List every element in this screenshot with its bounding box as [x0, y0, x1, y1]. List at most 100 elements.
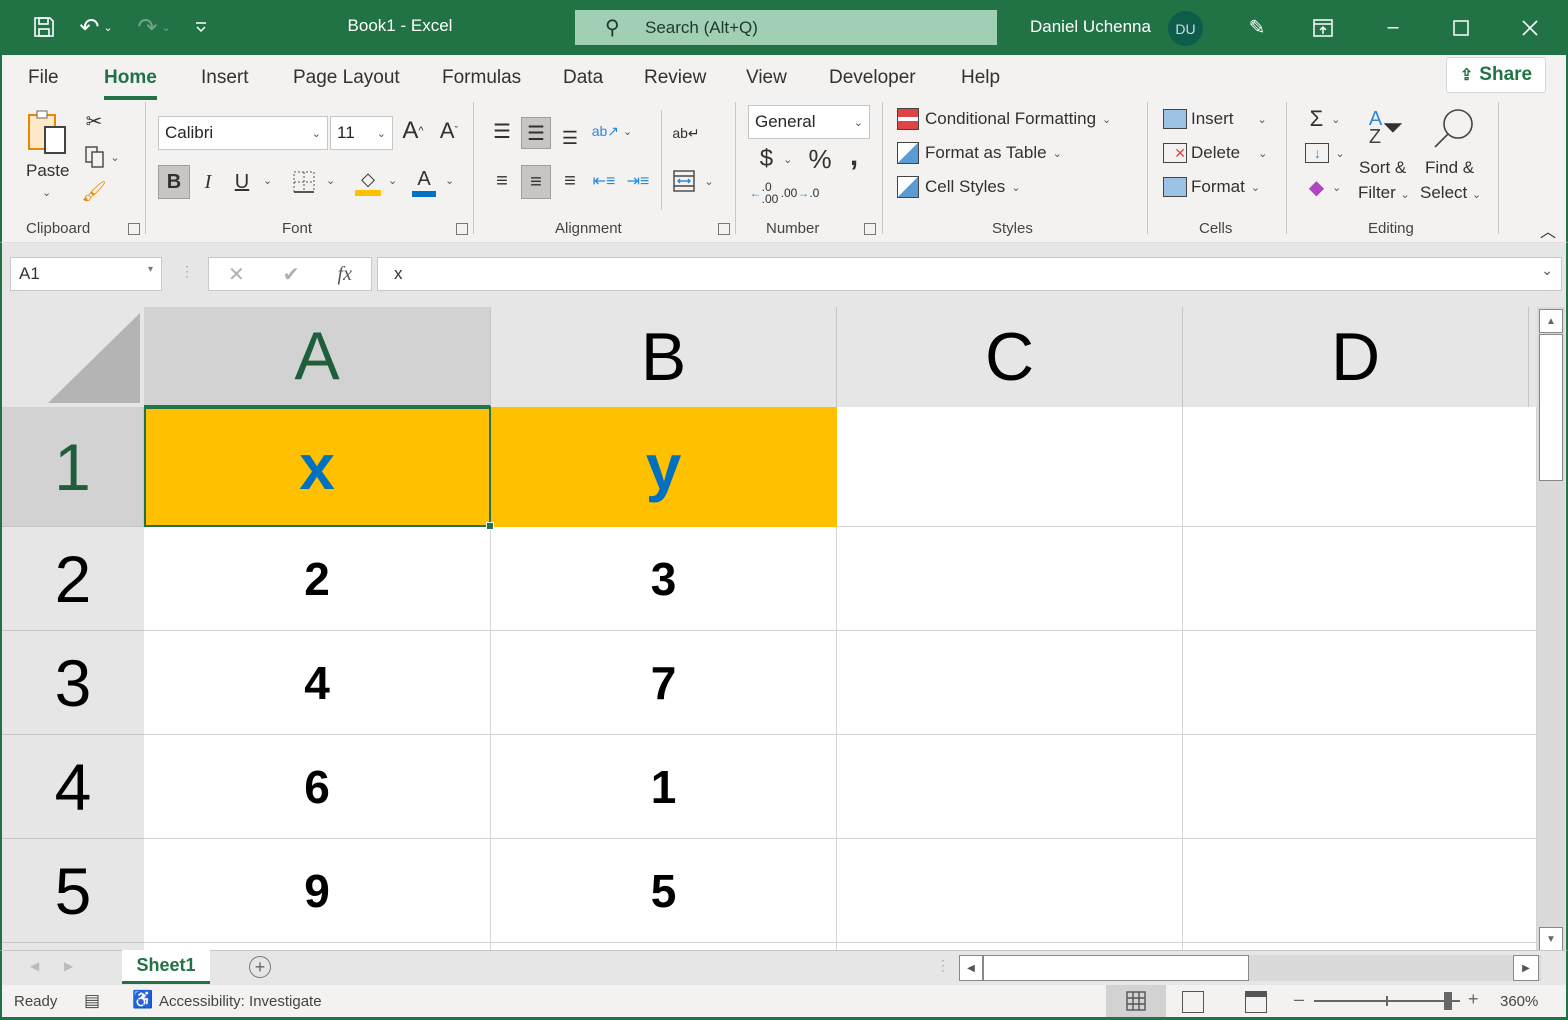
fill-button[interactable]: ↓ ⌄: [1302, 140, 1348, 166]
customize-quick-access-icon[interactable]: [190, 12, 212, 42]
top-align-icon[interactable]: ☰: [488, 116, 516, 146]
decrease-decimal-icon[interactable]: .00 → .0: [781, 180, 820, 206]
font-name-dropdown[interactable]: Calibri ⌄: [158, 116, 328, 150]
delete-cells-button[interactable]: ✕ Delete ⌄: [1163, 140, 1267, 166]
clipboard-launcher-icon[interactable]: [128, 223, 140, 235]
accessibility-icon[interactable]: ♿: [132, 990, 153, 1010]
align-center-icon[interactable]: ≡: [521, 165, 551, 199]
insert-cells-button[interactable]: Insert ⌄: [1163, 106, 1267, 132]
cell-d3[interactable]: [1183, 631, 1537, 735]
fill-handle[interactable]: [486, 522, 494, 530]
sort-filter-icon[interactable]: A Z ⏷: [1362, 106, 1410, 150]
bold-button[interactable]: B: [158, 165, 190, 199]
tab-developer[interactable]: Developer: [829, 67, 916, 89]
tab-help[interactable]: Help: [961, 67, 1000, 89]
accounting-format-button[interactable]: $ ⌄: [752, 144, 800, 174]
percent-style-button[interactable]: %: [805, 144, 835, 174]
insert-function-icon[interactable]: fx: [338, 263, 352, 286]
cell-a1[interactable]: x: [144, 407, 491, 527]
font-color-dropdown-icon[interactable]: ⌄: [445, 174, 454, 187]
cell-b5[interactable]: 5: [491, 839, 837, 943]
add-sheet-icon[interactable]: +: [249, 956, 271, 978]
sheet-tab-sheet1[interactable]: Sheet1: [122, 950, 210, 984]
cell-d5[interactable]: [1183, 839, 1537, 943]
cell-b3[interactable]: 7: [491, 631, 837, 735]
page-break-preview-icon[interactable]: [1245, 991, 1267, 1013]
previous-sheet-icon[interactable]: ◀: [30, 959, 39, 973]
bottom-align-icon[interactable]: ☰: [556, 124, 584, 152]
close-button[interactable]: [1507, 10, 1553, 45]
align-right-icon[interactable]: ≡: [556, 165, 584, 197]
tab-view[interactable]: View: [746, 67, 787, 89]
share-button[interactable]: ⇪ Share: [1446, 57, 1546, 93]
macro-recording-icon[interactable]: ▤: [84, 991, 100, 1011]
cell-c2[interactable]: [837, 527, 1183, 631]
user-name[interactable]: Daniel Uchenna: [1030, 17, 1151, 37]
horizontal-scroll-thumb[interactable]: [983, 955, 1249, 981]
sort-filter-label-1[interactable]: Sort &: [1359, 158, 1406, 178]
find-select-label-1[interactable]: Find &: [1425, 158, 1474, 178]
italic-button[interactable]: I: [196, 165, 220, 199]
cell-styles-button[interactable]: Cell Styles ⌄: [897, 174, 1021, 200]
cell-c1[interactable]: [837, 407, 1183, 527]
tab-data[interactable]: Data: [563, 67, 603, 89]
splitter-handle-icon[interactable]: ⋮: [180, 263, 194, 280]
paste-dropdown-icon[interactable]: ⌄: [42, 186, 51, 199]
decrease-indent-icon[interactable]: ⇤≡: [590, 165, 618, 197]
number-launcher-icon[interactable]: [864, 223, 876, 235]
tab-review[interactable]: Review: [644, 67, 706, 89]
save-icon[interactable]: [28, 12, 60, 42]
vertical-scroll-thumb[interactable]: [1539, 334, 1563, 481]
cell-c4[interactable]: [837, 735, 1183, 839]
undo-button[interactable]: ↶ ⌄: [72, 12, 120, 42]
scroll-right-button[interactable]: ▶: [1513, 955, 1539, 981]
copy-icon[interactable]: ⌄: [80, 144, 124, 170]
zoom-level[interactable]: 360%: [1500, 993, 1538, 1010]
tab-insert[interactable]: Insert: [201, 67, 249, 89]
cell-a3[interactable]: 4: [144, 631, 491, 735]
row-header-2[interactable]: 2: [2, 527, 144, 631]
autosum-button[interactable]: Σ ⌄: [1302, 106, 1348, 132]
borders-icon[interactable]: [290, 165, 318, 199]
zoom-slider[interactable]: [1314, 992, 1460, 1010]
coauthoring-pen-icon[interactable]: ✎: [1234, 10, 1280, 45]
column-header-d[interactable]: D: [1183, 307, 1529, 407]
expand-formula-bar-icon[interactable]: ⌄: [1541, 262, 1553, 279]
column-header-a[interactable]: A: [144, 307, 491, 407]
redo-button[interactable]: ↷ ⌄: [130, 12, 178, 42]
merge-center-icon[interactable]: ⌄: [668, 165, 718, 197]
name-box[interactable]: A1 ▾: [10, 257, 162, 291]
cell-a2[interactable]: 2: [144, 527, 491, 631]
increase-font-size-icon[interactable]: A ^: [398, 116, 428, 146]
minimize-button[interactable]: –: [1370, 10, 1416, 45]
maximize-button[interactable]: [1438, 10, 1484, 45]
cell-c3[interactable]: [837, 631, 1183, 735]
zoom-in-button[interactable]: +: [1468, 989, 1479, 1010]
zoom-out-button[interactable]: –: [1294, 989, 1304, 1010]
orientation-icon[interactable]: ab↗ ⌄: [590, 116, 634, 146]
accessibility-status[interactable]: Accessibility: Investigate: [159, 993, 322, 1010]
row-header-3[interactable]: 3: [2, 631, 144, 735]
cell-d4[interactable]: [1183, 735, 1537, 839]
vertical-scrollbar[interactable]: ▲ ▼: [1537, 307, 1565, 951]
clear-button[interactable]: ◆ ⌄: [1302, 174, 1348, 200]
scroll-down-button[interactable]: ▼: [1539, 927, 1563, 951]
cut-icon[interactable]: ✂: [82, 108, 106, 134]
comma-style-button[interactable]: ,: [842, 139, 866, 172]
scroll-up-button[interactable]: ▲: [1539, 309, 1563, 333]
underline-button[interactable]: U: [230, 165, 254, 199]
cell-d1[interactable]: [1183, 407, 1537, 527]
cell-c6[interactable]: [837, 943, 1183, 950]
scroll-left-button[interactable]: ◀: [959, 955, 983, 981]
row-header-4[interactable]: 4: [2, 735, 144, 839]
cell-d6[interactable]: [1183, 943, 1537, 950]
search-box[interactable]: ⚲ Search (Alt+Q): [575, 10, 997, 45]
ribbon-display-options-icon[interactable]: [1300, 10, 1346, 45]
fill-color-icon[interactable]: ◇: [354, 165, 382, 199]
font-color-icon[interactable]: A: [410, 165, 438, 199]
zoom-slider-thumb[interactable]: [1444, 992, 1452, 1010]
cell-b6[interactable]: [491, 943, 837, 950]
row-header-5[interactable]: 5: [2, 839, 144, 943]
horizontal-scrollbar[interactable]: ◀ ▶: [959, 955, 1541, 981]
confirm-entry-icon[interactable]: ✔: [283, 262, 300, 287]
